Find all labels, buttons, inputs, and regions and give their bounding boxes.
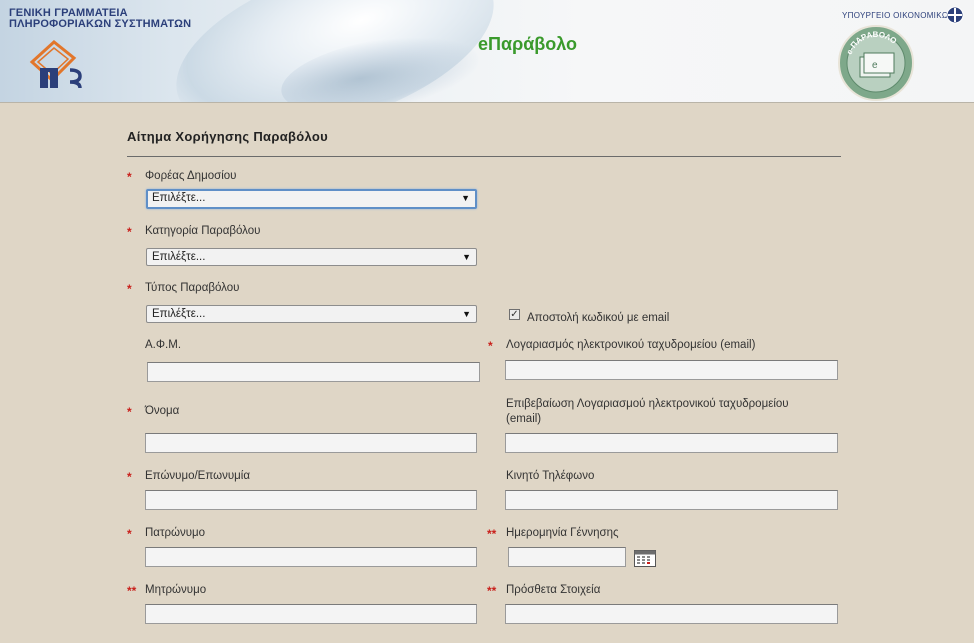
org-name-line2: ΠΛΗΡΟΦΟΡΙΑΚΩΝ ΣΥΣΤΗΜΑΤΩΝ bbox=[9, 18, 192, 30]
agency-label: Φορέας Δημοσίου bbox=[145, 170, 237, 182]
required-marker: * bbox=[127, 225, 132, 239]
email-label: Λογαριασμός ηλεκτρονικού ταχυδρομείου (e… bbox=[506, 339, 756, 351]
required-marker: * bbox=[127, 405, 132, 419]
surname-label: Επώνυμο/Επωνυμία bbox=[145, 470, 250, 482]
mobile-label: Κινητό Τηλέφωνο bbox=[506, 470, 595, 482]
svg-text:e: e bbox=[872, 60, 878, 71]
agency-select[interactable]: Επιλέξτε... ▼ bbox=[146, 189, 477, 209]
dropdown-arrow-icon: ▼ bbox=[462, 252, 471, 262]
mobile-input[interactable] bbox=[505, 490, 838, 510]
email-confirm-input[interactable] bbox=[505, 433, 838, 453]
dropdown-arrow-icon: ▼ bbox=[461, 193, 470, 203]
extra-info-label: Πρόσθετα Στοιχεία bbox=[506, 584, 601, 596]
required-marker: * bbox=[127, 527, 132, 541]
double-required-marker: ** bbox=[487, 584, 497, 598]
father-name-label: Πατρώνυμο bbox=[145, 527, 206, 539]
agency-select-value: Επιλέξτε... bbox=[152, 192, 206, 204]
calendar-icon[interactable] bbox=[634, 550, 656, 567]
send-code-email-label: Αποστολή κωδικού με email bbox=[527, 312, 670, 324]
required-marker: * bbox=[488, 339, 493, 353]
mother-name-input[interactable] bbox=[145, 604, 477, 624]
afm-input[interactable] bbox=[147, 362, 480, 382]
category-select[interactable]: Επιλέξτε... ▼ bbox=[146, 248, 477, 266]
afm-label: Α.Φ.Μ. bbox=[145, 339, 182, 351]
required-marker: * bbox=[127, 282, 132, 296]
first-name-label: Όνομα bbox=[145, 405, 180, 417]
first-name-input[interactable] bbox=[145, 433, 477, 453]
email-confirm-label-line1: Επιβεβαίωση Λογαριασμού ηλεκτρονικού ταχ… bbox=[506, 398, 789, 410]
eparavolo-seal-logo: e-ΠΑΡΑΒΟΛΟ e bbox=[838, 25, 914, 101]
mother-name-label: Μητρώνυμο bbox=[145, 584, 207, 596]
greek-emblem-icon bbox=[946, 6, 964, 24]
page-header: ΓΕΝΙΚΗ ΓΡΑΜΜΑΤΕΙΑ ΠΛΗΡΟΦΟΡΙΑΚΩΝ ΣΥΣΤΗΜΑΤ… bbox=[0, 0, 974, 103]
double-required-marker: ** bbox=[127, 584, 137, 598]
dropdown-arrow-icon: ▼ bbox=[462, 309, 471, 319]
required-marker: * bbox=[127, 470, 132, 484]
type-select-value: Επιλέξτε... bbox=[152, 308, 206, 320]
double-required-marker: ** bbox=[487, 527, 497, 541]
gsis-logo-icon bbox=[29, 40, 82, 89]
type-label: Τύπος Παραβόλου bbox=[145, 282, 240, 294]
category-select-value: Επιλέξτε... bbox=[152, 251, 206, 263]
title-divider bbox=[127, 156, 841, 157]
app-title: eΠαράβολο bbox=[478, 34, 578, 54]
surname-input[interactable] bbox=[145, 490, 477, 510]
send-code-email-checkbox[interactable]: ✓ bbox=[509, 309, 520, 320]
birth-date-label: Ημερομηνία Γέννησης bbox=[506, 527, 619, 539]
category-label: Κατηγορία Παραβόλου bbox=[145, 225, 261, 237]
email-input[interactable] bbox=[505, 360, 838, 380]
form-title: Αίτημα Χορήγησης Παραβόλου bbox=[127, 129, 328, 144]
birth-date-input[interactable] bbox=[508, 547, 626, 567]
email-confirm-label-line2: (email) bbox=[506, 413, 542, 425]
father-name-input[interactable] bbox=[145, 547, 477, 567]
ministry-name: ΥΠΟΥΡΓΕΙΟ ΟΙΚΟΝΟΜΙΚΩΝ bbox=[842, 11, 955, 20]
type-select[interactable]: Επιλέξτε... ▼ bbox=[146, 305, 477, 323]
required-marker: * bbox=[127, 170, 132, 184]
extra-info-input[interactable] bbox=[505, 604, 838, 624]
